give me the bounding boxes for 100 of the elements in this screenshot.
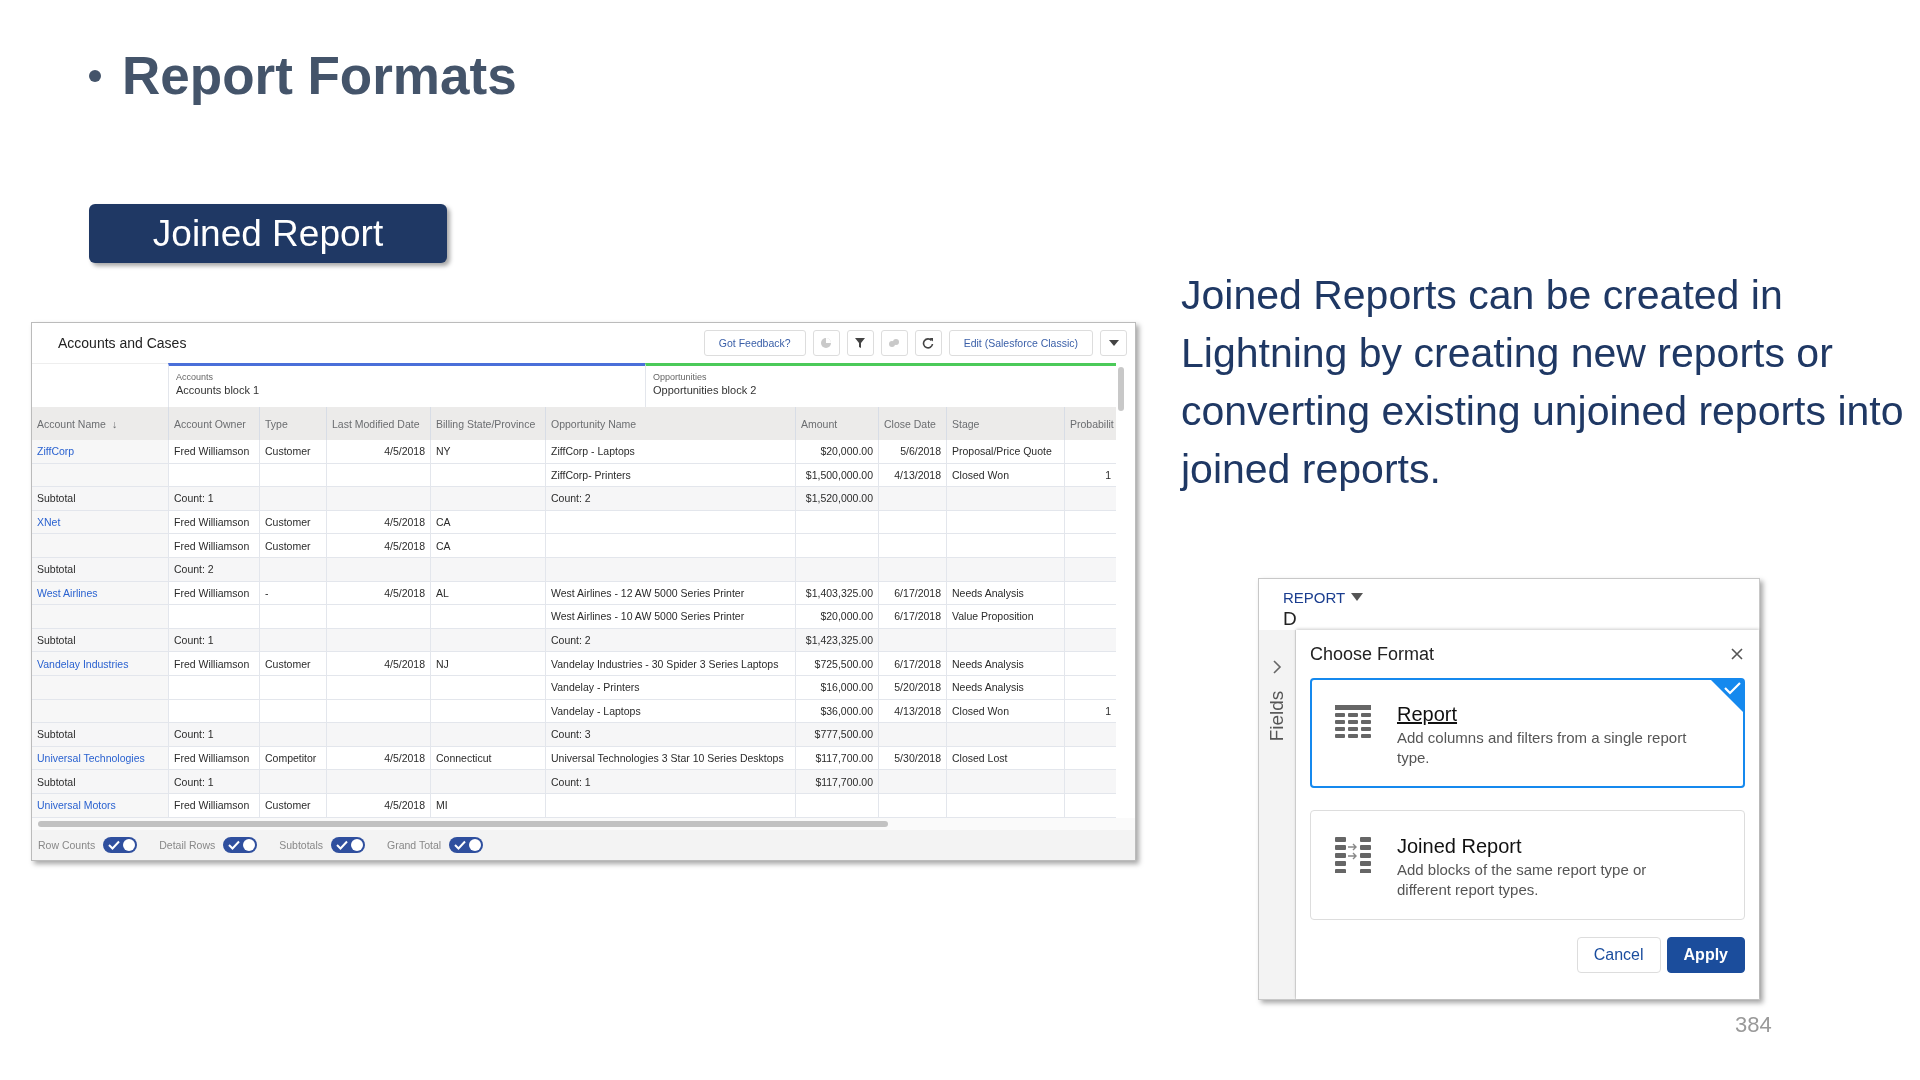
toggle-switch[interactable]	[223, 836, 258, 853]
check-icon	[454, 839, 467, 850]
slide-title: Report Formats	[122, 46, 517, 106]
table-cell: Connecticut	[430, 746, 545, 770]
table-cell: Needs Analysis	[946, 581, 1064, 605]
sort-arrow-icon: ↓	[111, 417, 118, 430]
toggle-switch[interactable]	[449, 836, 484, 853]
table-cell: Vandelay Industries - 30 Spider 3 Series Laptops	[545, 652, 795, 675]
account-link[interactable]: XNet	[37, 516, 61, 529]
fields-label[interactable]: Fields	[1266, 690, 1288, 742]
body-text: Joined Reports can be created in Lightning by creating new reports or converting existing unjoined reports into joined reports.	[1181, 271, 1905, 494]
check-icon	[228, 839, 241, 850]
column-header[interactable]: Type	[259, 407, 326, 440]
pie-chart-icon	[820, 337, 833, 349]
horizontal-scrollbar[interactable]	[38, 820, 888, 827]
table-cell: 6/17/2018	[878, 652, 946, 675]
table-cell: Value Proposition	[946, 605, 1064, 628]
column-header[interactable]: Probabilit	[1064, 407, 1116, 440]
format-option[interactable]: Report Add columns and filters from a single report type.	[1310, 678, 1745, 788]
page-number: 384	[1735, 1012, 1772, 1037]
table-cell: 5/6/2018	[878, 440, 946, 463]
block-type: Accounts	[176, 372, 215, 382]
table-cell: Needs Analysis	[946, 675, 1064, 699]
table-icon	[1335, 705, 1371, 741]
table-cell: West Airlines - 12 AW 5000 Series Printer	[545, 581, 795, 605]
table-cell: ZiffCorp- Printers	[545, 463, 795, 487]
column-header[interactable]: Amount	[795, 407, 878, 440]
table-cell: ZiffCorp - Laptops	[545, 440, 795, 463]
table-cell: $1,403,325.00	[795, 581, 878, 605]
table-cell: 4/5/2018	[326, 534, 430, 557]
table-cell: Closed Won	[946, 699, 1064, 723]
table-cell: MI	[430, 793, 545, 817]
column-header[interactable]: Account Name	[37, 417, 106, 430]
table-cell: $117,700.00	[795, 746, 878, 770]
table-cell: Needs Analysis	[946, 652, 1064, 675]
toggle-label: Subtotals	[279, 838, 323, 851]
table-cell: 1	[1064, 463, 1116, 487]
toggle-switch[interactable]	[331, 836, 365, 853]
account-link[interactable]: ZiffCorp	[37, 445, 75, 458]
table-cell: -	[259, 581, 326, 605]
column-header[interactable]: Account Owner	[168, 407, 259, 440]
toggle-label: Row Counts	[38, 838, 96, 851]
toggle-switch[interactable]	[103, 836, 138, 853]
table-cell: $1,500,000.00	[795, 463, 878, 487]
table-cell: Fred Williamson	[168, 534, 259, 557]
link-icon	[888, 337, 901, 349]
format-option[interactable]: Joined Report Add blocks of the same report type or different report types.	[1310, 810, 1745, 920]
table-cell: Universal Technologies 3 Star 10 Series Desktops	[545, 746, 795, 770]
table-cell: 4/5/2018	[326, 746, 430, 770]
report-menu[interactable]: REPORT	[1283, 589, 1364, 606]
caret-icon	[1351, 593, 1364, 602]
column-header[interactable]: Opportunity Name	[545, 407, 795, 440]
table-cell: $36,000.00	[795, 699, 878, 723]
bullet-icon	[88, 69, 102, 83]
table-cell: Fred Williamson	[168, 581, 259, 605]
column-header[interactable]: Billing State/Province	[430, 407, 545, 440]
table-cell: Vandelay - Laptops	[545, 699, 795, 723]
primary-button[interactable]: Apply	[1666, 937, 1745, 973]
toolbar-icon-button[interactable]	[914, 330, 942, 356]
column-header[interactable]: Last Modified Date	[326, 407, 430, 440]
table-cell: 4/5/2018	[326, 440, 430, 463]
table-cell: Competitor	[259, 746, 326, 770]
table-cell: 5/20/2018	[878, 675, 946, 699]
table-cell: West Airlines - 10 AW 5000 Series Printer	[545, 605, 795, 628]
column-header[interactable]: Stage	[946, 407, 1064, 440]
toolbar-button[interactable]: Edit (Salesforce Classic)	[948, 330, 1093, 356]
modal-title: Choose Format	[1310, 643, 1435, 665]
option-description: Add columns and filters from a single report type.	[1397, 728, 1687, 768]
table-cell: Customer	[259, 652, 326, 675]
subtotal-cell: $117,700.00	[795, 770, 878, 793]
check-icon	[336, 839, 348, 850]
toggle-label: Detail Rows	[159, 838, 216, 851]
table-cell: Customer	[259, 534, 326, 557]
table-cell: Fred Williamson	[168, 793, 259, 817]
subtotal-cell: Count: 2	[545, 628, 795, 652]
refresh-icon	[922, 337, 935, 349]
toolbar-icon-button[interactable]	[846, 330, 874, 356]
joined-blocks-icon	[1335, 837, 1371, 873]
report-title: Accounts and Cases	[58, 335, 187, 351]
vertical-scrollbar[interactable]	[1118, 367, 1124, 411]
close-button[interactable]	[1729, 646, 1745, 662]
subtotal-cell: Count: 1	[545, 770, 795, 793]
option-title: Joined Report	[1397, 835, 1523, 858]
toolbar-button[interactable]: Got Feedback?	[703, 330, 806, 356]
subtotal-cell: Count: 1	[168, 770, 259, 793]
table-cell: Customer	[259, 793, 326, 817]
option-description: Add blocks of the same report type or different report types.	[1397, 860, 1648, 900]
dropdown-button[interactable]	[1100, 330, 1127, 356]
table-cell: 5/30/2018	[878, 746, 946, 770]
secondary-button[interactable]: Cancel	[1576, 937, 1661, 973]
table-cell: Closed Won	[946, 463, 1064, 487]
table-cell: $725,500.00	[795, 652, 878, 675]
table-cell: Customer	[259, 440, 326, 463]
table-cell: NY	[430, 440, 545, 463]
table-cell: AL	[430, 581, 545, 605]
chevron-right-icon	[1272, 660, 1282, 674]
section-badge: Joined Report	[89, 204, 447, 263]
table-cell: $20,000.00	[795, 605, 878, 628]
subtotal-cell: Count: 1	[168, 487, 259, 510]
column-header[interactable]: Close Date	[878, 407, 946, 440]
